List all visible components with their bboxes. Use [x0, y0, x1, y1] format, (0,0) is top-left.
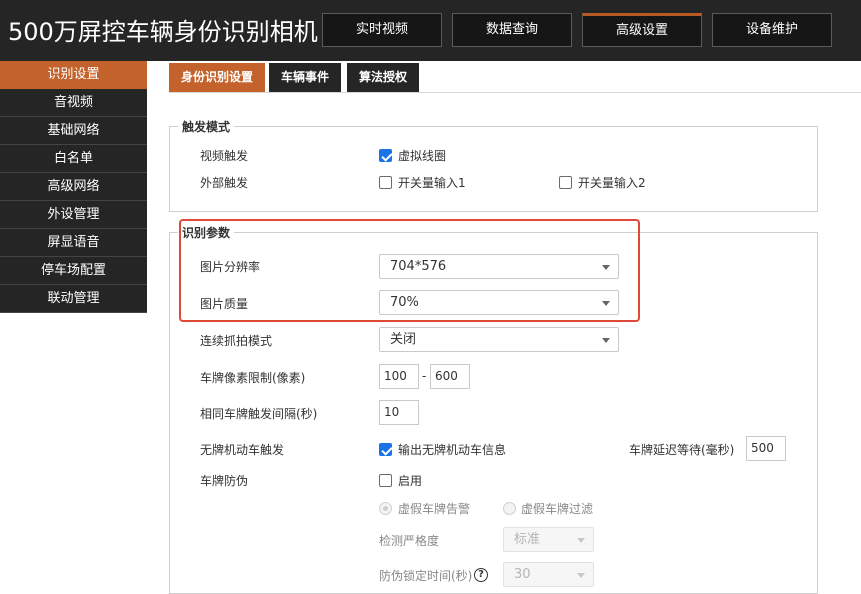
switch-input-2-checkbox[interactable] [559, 176, 572, 189]
virtual-coil-label: 虚拟线圈 [398, 149, 447, 163]
app-title: 500万屏控车辆身份识别相机 [8, 18, 318, 46]
sidebar: 识别设置 音视频 基础网络 白名单 高级网络 外设管理 屏显语音 停车场配置 联… [0, 61, 147, 313]
pixel-limit-label: 车牌像素限制(像素) [200, 371, 306, 385]
switch-input-1-label: 开关量输入1 [398, 176, 466, 190]
switch-input-2-label: 开关量输入2 [578, 176, 646, 190]
sidebar-item-display-voice[interactable]: 屏显语音 [0, 229, 147, 257]
pixel-min-input[interactable]: 100 [379, 364, 419, 389]
strictness-value: 标准 [514, 532, 541, 547]
tab-device-maintenance[interactable]: 设备维护 [712, 13, 832, 47]
highlight-annotation-box [179, 219, 640, 322]
lock-time-select[interactable]: 30 [503, 562, 594, 587]
video-trigger-label: 视频触发 [200, 149, 249, 163]
continuous-capture-label: 连续抓拍模式 [200, 334, 273, 348]
tab-data-query[interactable]: 数据查询 [452, 13, 572, 47]
fake-plate-filter-radio[interactable] [503, 502, 516, 515]
continuous-capture-value: 关闭 [390, 332, 417, 347]
trigger-mode-group: 触发模式 [169, 118, 818, 212]
virtual-coil-checkbox[interactable] [379, 149, 392, 162]
sidebar-item-audio-video[interactable]: 音视频 [0, 89, 147, 117]
plate-delay-label: 车牌延迟等待(毫秒) [629, 443, 735, 457]
fake-plate-filter-label: 虚假车牌过滤 [521, 502, 594, 516]
no-plate-output-label: 输出无牌机动车信息 [398, 443, 507, 457]
switch-input-1-checkbox[interactable] [379, 176, 392, 189]
sidebar-item-basic-network[interactable]: 基础网络 [0, 117, 147, 145]
fake-plate-alarm-radio[interactable] [379, 502, 392, 515]
no-plate-trigger-label: 无牌机动车触发 [200, 443, 285, 457]
subtab-divider [169, 92, 861, 93]
tab-advanced-settings[interactable]: 高级设置 [582, 13, 702, 47]
anti-fake-enable-checkbox[interactable] [379, 474, 392, 487]
chevron-down-icon [577, 573, 585, 578]
strictness-label: 检测严格度 [379, 534, 440, 548]
sidebar-item-recognition-settings[interactable]: 识别设置 [0, 61, 147, 89]
external-trigger-label: 外部触发 [200, 176, 249, 190]
same-plate-interval-label: 相同车牌触发间隔(秒) [200, 407, 318, 421]
help-icon[interactable]: ? [474, 568, 488, 582]
lock-time-value: 30 [514, 567, 531, 582]
sidebar-item-peripherals[interactable]: 外设管理 [0, 201, 147, 229]
sidebar-item-advanced-network[interactable]: 高级网络 [0, 173, 147, 201]
strictness-select[interactable]: 标准 [503, 527, 594, 552]
subtab-identity-recognition[interactable]: 身份识别设置 [169, 63, 265, 92]
pixel-max-input[interactable]: 600 [430, 364, 470, 389]
anti-fake-enable-label: 启用 [398, 474, 423, 488]
plate-delay-input[interactable]: 500 [746, 436, 786, 461]
no-plate-output-checkbox[interactable] [379, 443, 392, 456]
same-plate-interval-input[interactable]: 10 [379, 400, 419, 425]
pixel-range-separator: - [422, 369, 427, 383]
chevron-down-icon [602, 338, 610, 343]
tab-live-video[interactable]: 实时视频 [322, 13, 442, 47]
chevron-down-icon [577, 538, 585, 543]
app-header: 500万屏控车辆身份识别相机 实时视频 数据查询 高级设置 设备维护 [0, 0, 861, 61]
sidebar-item-linkage[interactable]: 联动管理 [0, 285, 147, 313]
continuous-capture-select[interactable]: 关闭 [379, 327, 619, 352]
subtab-algorithm-license[interactable]: 算法授权 [347, 63, 419, 92]
fake-plate-alarm-label: 虚假车牌告警 [398, 502, 471, 516]
sidebar-item-whitelist[interactable]: 白名单 [0, 145, 147, 173]
lock-time-label: 防伪锁定时间(秒) [379, 569, 473, 583]
anti-fake-label: 车牌防伪 [200, 474, 249, 488]
trigger-mode-legend: 触发模式 [182, 120, 231, 134]
subtab-vehicle-events[interactable]: 车辆事件 [269, 63, 341, 92]
sidebar-item-parking-config[interactable]: 停车场配置 [0, 257, 147, 285]
